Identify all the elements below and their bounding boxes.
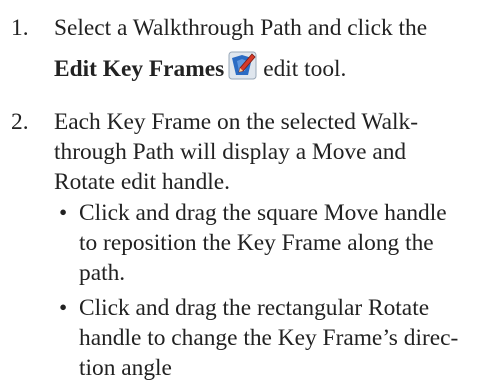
step-2-number: 2. xyxy=(11,109,29,135)
bullet-1-line-3: path. xyxy=(79,260,126,286)
bullet-2-line-2: handle to change the Key Frame’s direc- xyxy=(79,325,459,351)
edit-key-frames-label: Edit Key Frames xyxy=(54,56,225,82)
step-1-number: 1. xyxy=(11,15,29,41)
step-1-text: Select a Walkthrough Path and click the … xyxy=(54,13,484,91)
bullet-marker: • xyxy=(59,200,68,226)
step-2-line-2: through Path will display a Move and xyxy=(54,139,407,165)
step-1-line-2: Edit Key Frames edit tool. xyxy=(54,47,484,91)
bullet-text: Click and drag the rectangular Rotate ha… xyxy=(79,293,484,383)
bullet-marker: • xyxy=(59,295,68,321)
step-1-line-2-tail: edit tool. xyxy=(263,56,347,82)
bullet-1-line-2: to reposition the Key Frame along the xyxy=(79,230,434,256)
edit-key-frames-icon xyxy=(228,51,257,80)
step-2-text: Each Key Frame on the selected Walk- thr… xyxy=(54,107,484,197)
bullet-1-line-1: Click and drag the square Move handle xyxy=(79,200,447,226)
bullet-text: Click and drag the square Move handle to… xyxy=(79,198,484,288)
step-1-line-1: Select a Walkthrough Path and click the xyxy=(54,15,428,41)
step-2-line-1: Each Key Frame on the selected Walk- xyxy=(54,109,418,135)
step-2-line-3: Rotate edit handle. xyxy=(54,169,231,195)
bullet-2-line-1: Click and drag the rectangular Rotate xyxy=(79,295,430,321)
bullet-2-line-3: tion angle xyxy=(79,355,172,381)
